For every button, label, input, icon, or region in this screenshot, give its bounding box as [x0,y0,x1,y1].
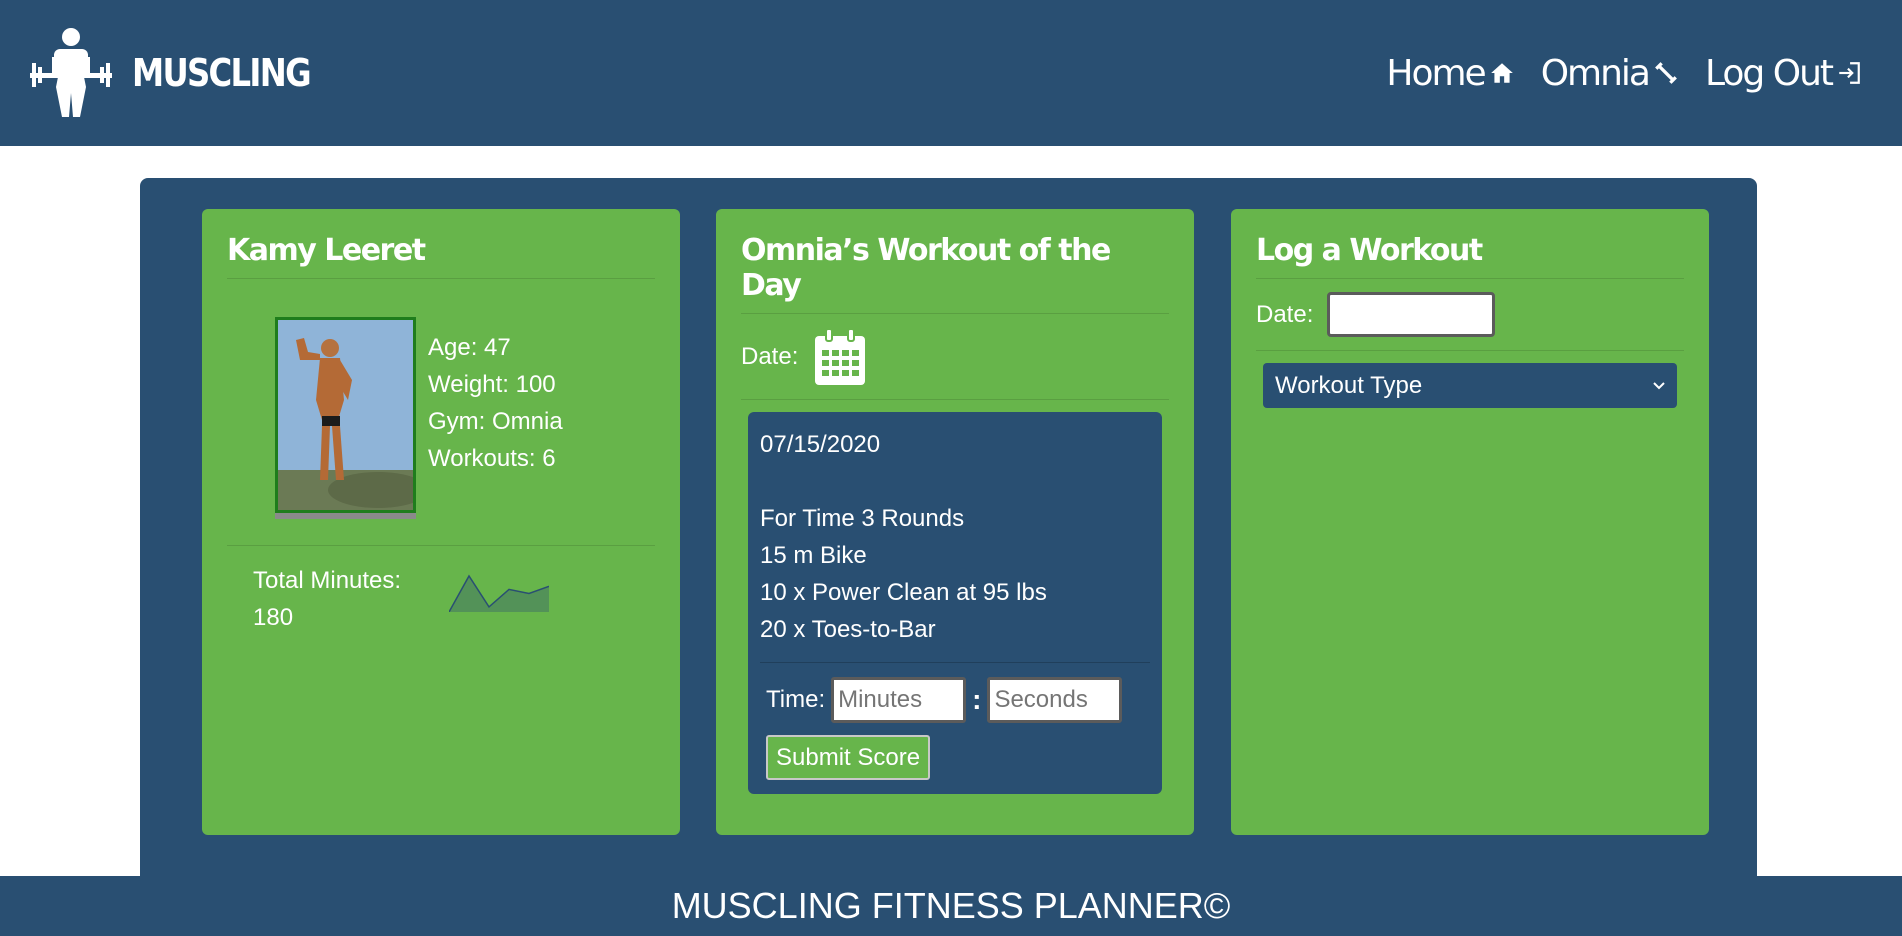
bodybuilder-image [278,320,413,510]
log-date-input[interactable] [1327,292,1496,337]
wod-lines: 07/15/2020 For Time 3 Rounds 15 m Bike 1… [760,426,1150,663]
log-date-label: Date: [1256,300,1314,328]
total-minutes-value: 180 [253,604,294,631]
nav-logout-link[interactable]: Log Out [1705,53,1862,94]
wod-title: Omnia’s Workout of the Day [741,233,1169,314]
dumbbell-icon [1655,62,1677,84]
profile-photo [275,317,416,513]
log-workout-card: Log a Workout Date: Workout Type [1231,209,1709,835]
profile-card: Kamy Leeret Age: 47 Weight: 100 Gym: Omn… [202,209,680,835]
wod-line: 20 x Toes-to-Bar [760,616,936,643]
wod-line: 10 x Power Clean at 95 lbs [760,579,1047,606]
log-title: Log a Workout [1256,233,1684,279]
top-navbar: MUSCLING Home Omnia Log Out [0,0,1902,146]
footer: MUSCLING FITNESS PLANNER© [0,876,1902,936]
logout-icon [1839,62,1860,84]
wod-line: For Time 3 Rounds [760,505,965,532]
wod-details: 07/15/2020 For Time 3 Rounds 15 m Bike 1… [748,412,1162,794]
seconds-input[interactable] [987,677,1123,723]
wod-date-label: Date: [741,342,799,370]
profile-summary: Age: 47 Weight: 100 Gym: Omnia Workouts:… [227,317,655,546]
nav-logout-label: Log Out [1704,52,1834,94]
time-label: Time: [766,686,826,713]
profile-age: Age: 47 [428,334,511,361]
brand-name: MUSCLING [132,51,312,95]
log-date-row: Date: [1256,279,1684,351]
footer-text: MUSCLING FITNESS PLANNER© [671,885,1231,926]
total-minutes-row: Total Minutes: 180 [227,562,655,636]
nav-omnia-label: Omnia [1540,52,1651,94]
wod-date-row: Date: [741,314,1169,400]
minutes-input[interactable] [831,677,967,723]
time-colon: : [972,684,982,715]
workout-type-value: Workout Type [1275,371,1423,399]
nav-links: Home Omnia Log Out [1386,53,1862,94]
time-row: Time: : [760,677,1150,723]
profile-workouts: Workouts: 6 [428,445,556,472]
profile-stats: Age: 47 Weight: 100 Gym: Omnia Workouts:… [428,329,563,513]
minutes-sparkline [449,574,549,612]
chevron-down-icon [1653,381,1665,389]
total-minutes-label: Total Minutes: [253,567,402,594]
weightlifter-icon [30,28,112,117]
nav-omnia-link[interactable]: Omnia [1541,53,1679,94]
nav-home-label: Home [1386,52,1486,94]
wod-date: 07/15/2020 [760,431,881,458]
calendar-icon[interactable] [814,327,866,386]
profile-weight: Weight: 100 [428,371,556,398]
sparkline-area [449,576,549,612]
profile-gym: Gym: Omnia [428,408,563,435]
brand[interactable]: MUSCLING [28,27,341,119]
profile-name: Kamy Leeret [227,233,655,279]
wod-card: Omnia’s Workout of the Day Date: 07/15/2… [716,209,1194,835]
workout-type-select[interactable]: Workout Type [1263,363,1677,408]
submit-score-button[interactable]: Submit Score [766,735,931,780]
nav-home-link[interactable]: Home [1386,53,1514,94]
total-minutes: Total Minutes: 180 [253,562,453,636]
wod-line: 15 m Bike [760,542,867,569]
home-icon [1490,63,1513,83]
